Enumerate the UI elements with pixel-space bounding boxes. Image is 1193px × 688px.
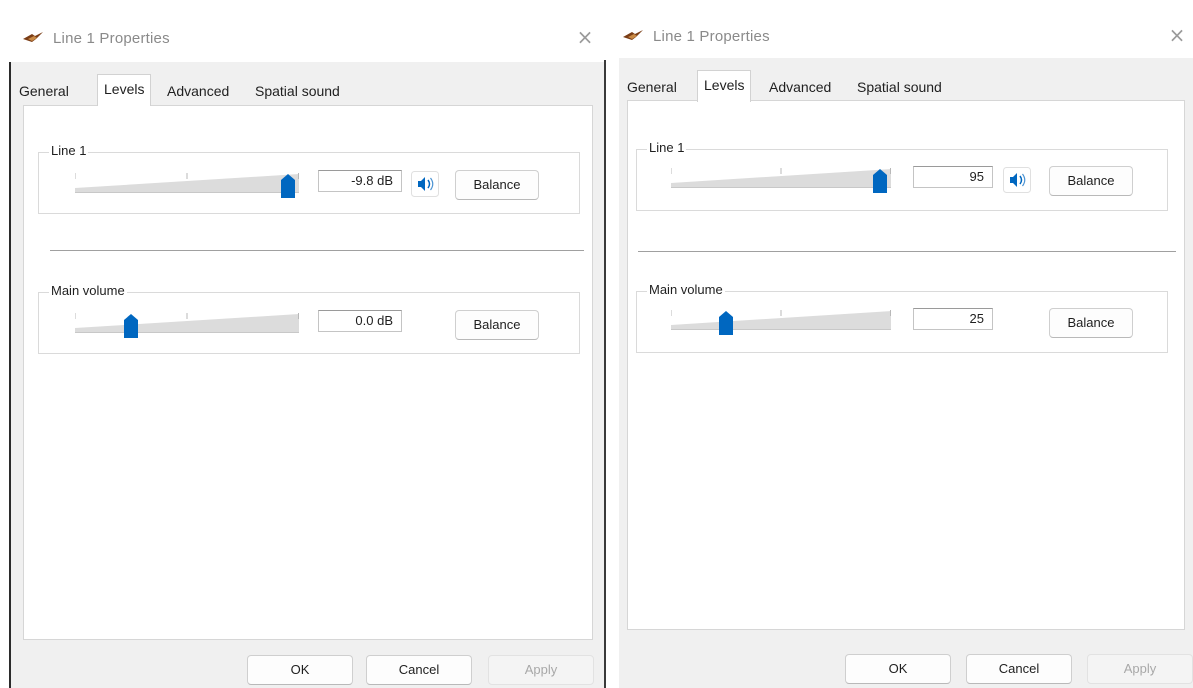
main-volume-balance-button[interactable]: Balance bbox=[1049, 308, 1133, 338]
slider-track bbox=[75, 311, 299, 335]
slider-thumb-icon[interactable] bbox=[718, 310, 734, 336]
line1-balance-button[interactable]: Balance bbox=[455, 170, 539, 200]
main-volume-label: Main volume bbox=[49, 283, 127, 298]
apply-button[interactable]: Apply bbox=[1087, 654, 1193, 684]
tab-advanced[interactable]: Advanced bbox=[763, 74, 837, 100]
main-volume-slider[interactable] bbox=[671, 308, 891, 335]
tab-spatial-sound[interactable]: Spatial sound bbox=[249, 78, 346, 104]
slider-track bbox=[75, 171, 299, 195]
line1-value-box[interactable]: 95 bbox=[913, 166, 993, 188]
main-volume-balance-button[interactable]: Balance bbox=[455, 310, 539, 340]
line1-group: Line 1 -9.8 dB Balance bbox=[38, 143, 580, 214]
main-volume-slider[interactable] bbox=[75, 311, 299, 338]
line1-slider[interactable] bbox=[671, 166, 891, 193]
dialog-title: Line 1 Properties bbox=[53, 30, 170, 47]
slider-thumb-icon[interactable] bbox=[280, 173, 296, 199]
close-icon[interactable]: × bbox=[1166, 24, 1188, 46]
slider-track bbox=[671, 166, 891, 190]
line1-label: Line 1 bbox=[647, 140, 687, 155]
line1-group: Line 1 95 Balance bbox=[636, 140, 1168, 211]
left-properties-dialog: Line 1 Properties × General Levels Advan… bbox=[0, 0, 604, 688]
ok-button[interactable]: OK bbox=[247, 655, 353, 685]
dialog-body: General Levels Advanced Spatial sound Li… bbox=[11, 62, 604, 688]
speaker-jack-icon bbox=[22, 30, 44, 46]
close-icon[interactable]: × bbox=[574, 26, 596, 48]
separator bbox=[50, 250, 584, 251]
tab-advanced[interactable]: Advanced bbox=[161, 78, 235, 104]
speaker-icon[interactable] bbox=[411, 171, 439, 197]
main-volume-group: Main volume 0.0 dB Balance bbox=[38, 283, 580, 354]
levels-panel: Line 1 -9.8 dB Balance Main volume 0.0 d… bbox=[23, 105, 593, 640]
main-volume-value-box[interactable]: 25 bbox=[913, 308, 993, 330]
tab-general[interactable]: General bbox=[13, 78, 75, 104]
tab-strip: General Levels Advanced Spatial sound bbox=[619, 68, 1193, 102]
levels-panel: Line 1 95 Balance Main volume 25 Balance bbox=[627, 100, 1185, 630]
tab-strip: General Levels Advanced Spatial sound bbox=[11, 72, 604, 106]
speaker-jack-icon bbox=[622, 28, 644, 44]
slider-track bbox=[671, 308, 891, 332]
line1-slider[interactable] bbox=[75, 171, 299, 198]
tab-levels[interactable]: Levels bbox=[697, 70, 752, 102]
speaker-icon[interactable] bbox=[1003, 167, 1031, 193]
dialog-title: Line 1 Properties bbox=[653, 28, 770, 45]
line1-balance-button[interactable]: Balance bbox=[1049, 166, 1133, 196]
tab-levels[interactable]: Levels bbox=[97, 74, 152, 106]
line1-value-box[interactable]: -9.8 dB bbox=[318, 170, 402, 192]
apply-button[interactable]: Apply bbox=[488, 655, 594, 685]
cancel-button[interactable]: Cancel bbox=[366, 655, 472, 685]
right-properties-dialog: Line 1 Properties × General Levels Advan… bbox=[606, 0, 1193, 688]
line1-label: Line 1 bbox=[49, 143, 89, 158]
title-bar: Line 1 Properties × bbox=[0, 0, 604, 62]
tab-spatial-sound[interactable]: Spatial sound bbox=[851, 74, 948, 100]
main-volume-group: Main volume 25 Balance bbox=[636, 282, 1168, 353]
main-volume-label: Main volume bbox=[647, 282, 725, 297]
slider-thumb-icon[interactable] bbox=[872, 168, 888, 194]
cancel-button[interactable]: Cancel bbox=[966, 654, 1072, 684]
title-bar: Line 1 Properties × bbox=[606, 0, 1193, 62]
tab-general[interactable]: General bbox=[621, 74, 683, 100]
dialog-body: General Levels Advanced Spatial sound Li… bbox=[619, 58, 1193, 688]
slider-thumb-icon[interactable] bbox=[123, 313, 139, 339]
ok-button[interactable]: OK bbox=[845, 654, 951, 684]
separator bbox=[638, 251, 1176, 252]
main-volume-value-box[interactable]: 0.0 dB bbox=[318, 310, 402, 332]
